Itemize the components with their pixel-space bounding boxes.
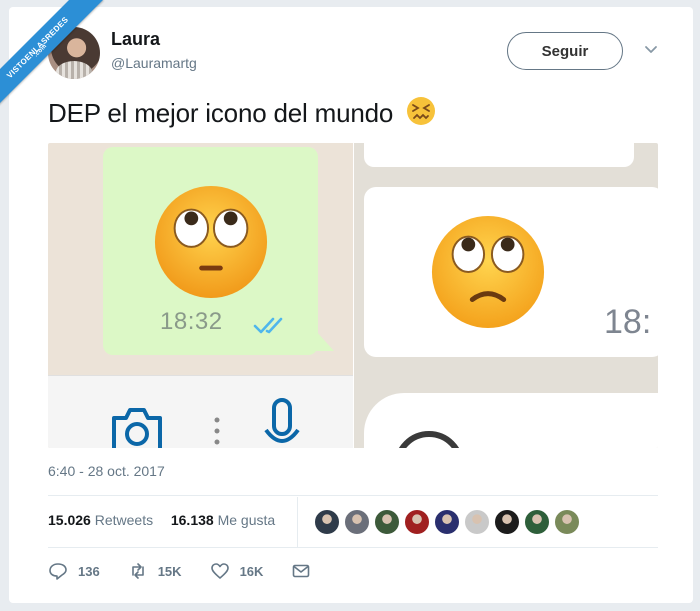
watermark: VISTOENLASREDES .com (0, 0, 120, 120)
liker-avatar[interactable] (554, 509, 580, 535)
follow-button[interactable]: Seguir (507, 32, 623, 70)
rolling-eyes-emoji-new (154, 185, 268, 299)
retweet-count: 15K (157, 563, 182, 579)
direct-message-button[interactable] (291, 561, 321, 581)
message-time: 18:32 (160, 308, 223, 335)
screenshot-frame: VISTOENLASREDES .com Laura @Lauramartg S… (0, 0, 700, 611)
watermark-ribbon: VISTOENLASREDES .com (0, 0, 104, 114)
tweet-media[interactable]: 18:32 18: (48, 143, 658, 448)
microphone-icon (264, 398, 300, 443)
likes-label[interactable]: Me gusta (218, 512, 276, 528)
chat-card-top (364, 143, 634, 167)
tweet-actions: 136 15K 16K (48, 561, 349, 581)
reply-icon (49, 563, 67, 580)
reply-count: 136 (78, 563, 100, 579)
retweets-label[interactable]: Retweets (95, 512, 153, 528)
divider-bottom (48, 547, 658, 548)
liker-avatar[interactable] (524, 509, 550, 535)
heart-icon (210, 563, 229, 579)
author-handle[interactable]: @Lauramartg (111, 55, 197, 71)
liker-avatars (314, 509, 580, 535)
double-check-icon (253, 317, 283, 334)
liker-avatar[interactable] (374, 509, 400, 535)
tweet-stats: 15.026 Retweets 16.138 Me gusta (48, 512, 275, 528)
liker-avatar[interactable] (404, 509, 430, 535)
like-count: 16K (239, 563, 264, 579)
chat-bubble-tail (316, 331, 334, 351)
retweets-count[interactable]: 15.026 (48, 512, 91, 528)
watermark-sub: .com (33, 43, 49, 59)
liker-avatar[interactable] (314, 509, 340, 535)
tweet-timestamp[interactable]: 6:40 - 28 oct. 2017 (48, 463, 165, 479)
liker-avatar[interactable] (344, 509, 370, 535)
confounded-face-icon (407, 97, 436, 125)
more-vertical-icon (214, 417, 220, 445)
envelope-icon (293, 564, 310, 578)
media-left-panel: 18:32 (48, 143, 353, 448)
divider-top (48, 495, 658, 496)
message-time-cropped: 18: (604, 303, 652, 341)
liker-avatar[interactable] (494, 509, 520, 535)
reply-button[interactable]: 136 (48, 561, 100, 581)
retweet-button[interactable]: 15K (128, 561, 182, 581)
stats-separator (297, 497, 298, 547)
media-right-panel: 18: (354, 143, 658, 448)
liker-avatar[interactable] (434, 509, 460, 535)
camera-icon (112, 408, 162, 448)
chevron-down-icon[interactable] (641, 40, 661, 60)
likes-count[interactable]: 16.138 (171, 512, 214, 528)
like-button[interactable]: 16K (210, 561, 264, 581)
chat-input-bar (48, 375, 353, 448)
retweet-icon (131, 563, 144, 579)
liker-avatar[interactable] (464, 509, 490, 535)
rolling-eyes-emoji-old (431, 215, 545, 329)
